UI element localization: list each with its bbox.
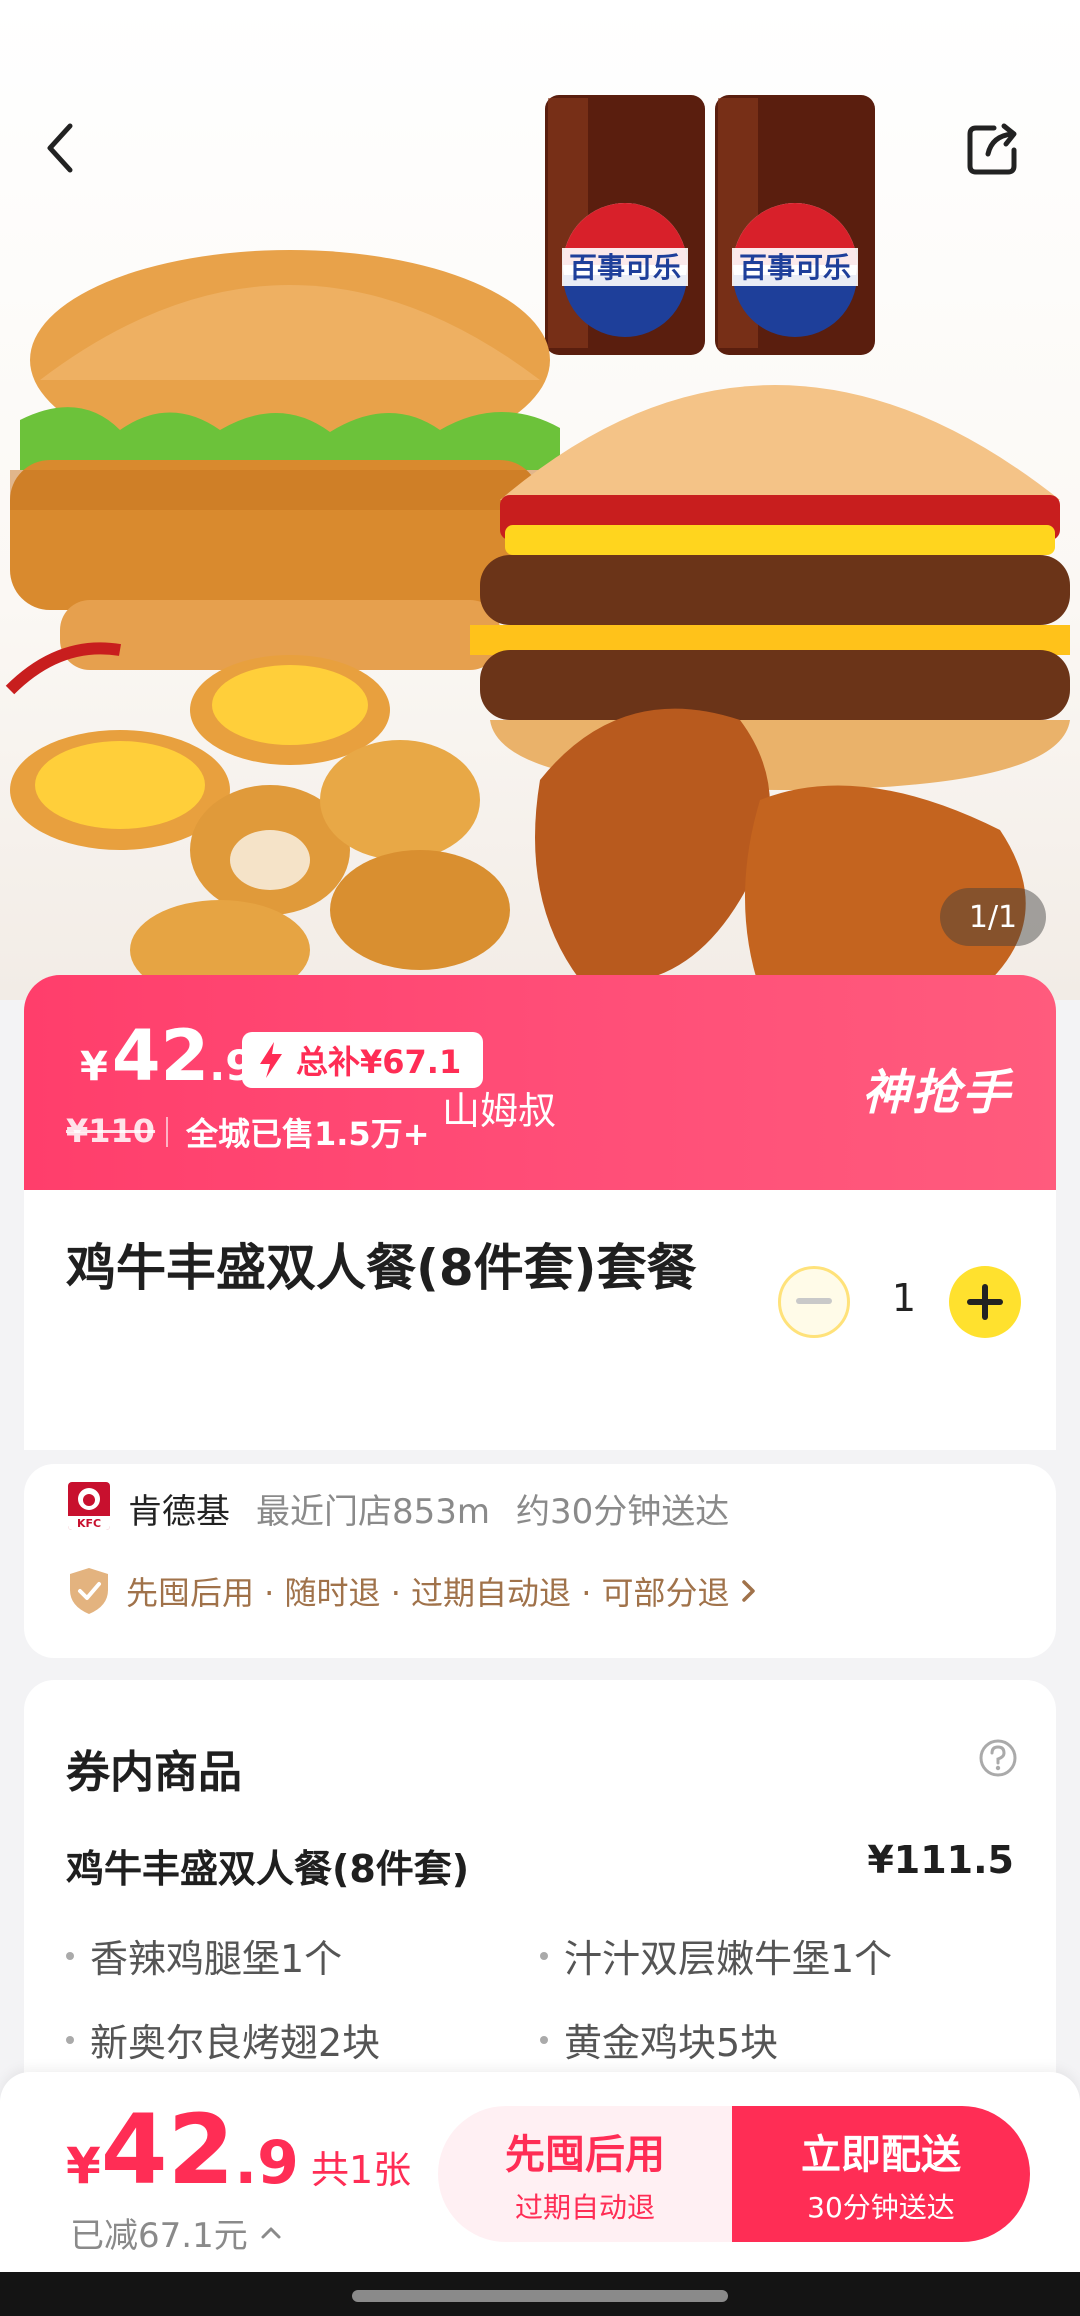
- kfc-logo-icon: KFC: [68, 1482, 110, 1530]
- home-indicator[interactable]: [352, 2290, 728, 2302]
- help-icon[interactable]: [978, 1738, 1018, 1778]
- product-title-card: 鸡牛丰盛双人餐(8件套)套餐 1: [24, 1190, 1056, 1450]
- bottom-action-bar: ¥ 42 .9 共1张 已减67.1元 先囤后用 过期自动退 立即配送 30分钟…: [0, 2072, 1080, 2272]
- bullet: [66, 1951, 74, 1960]
- store-distance: 最近门店853m: [256, 1492, 491, 1532]
- meal-item: 黄金鸡块5块: [540, 2012, 778, 2067]
- chicken-burger: [10, 250, 560, 670]
- currency-symbol: ¥: [66, 2137, 101, 2195]
- store-name: 肯德基: [128, 1492, 230, 1532]
- deliver-now-button[interactable]: 立即配送 30分钟送达: [732, 2106, 1030, 2242]
- store-row: 肯德基 最近门店853m 约30分钟送达: [128, 1484, 729, 1533]
- product-title: 鸡牛丰盛双人餐(8件套)套餐: [66, 1239, 697, 1297]
- product-image[interactable]: 百事可乐 百事可乐 1/1: [0, 0, 1080, 1000]
- coupon-count: 共1张: [310, 2148, 412, 2192]
- total-price: ¥ 42 .9 共1张: [66, 2102, 411, 2198]
- savings-text: 已减67.1元: [70, 2216, 248, 2256]
- share-button[interactable]: [966, 120, 1036, 190]
- price-integer: 42: [111, 1015, 210, 1097]
- divider: [166, 1117, 168, 1147]
- plus-icon: [967, 1284, 1003, 1320]
- quantity-increase-button[interactable]: [949, 1266, 1021, 1338]
- delivery-time: 约30分钟送达: [516, 1492, 730, 1532]
- watermark: 山姆叔: [442, 1089, 557, 1133]
- cola-cups: 百事可乐 百事可乐: [545, 95, 875, 355]
- share-icon: [967, 123, 1017, 175]
- lightning-icon: [260, 1042, 282, 1078]
- meal-item: 汁汁双层嫩牛堡1个: [540, 1928, 892, 1983]
- meal-price: ¥111.5: [867, 1838, 1014, 1882]
- refund-policy[interactable]: 先囤后用 · 随时退 · 过期自动退 · 可部分退: [66, 1566, 758, 1616]
- quantity-value: 1: [891, 1276, 917, 1320]
- shield-check-icon: [70, 1568, 108, 1614]
- buy-later-label: 先囤后用: [505, 2132, 665, 2178]
- deliver-now-sublabel: 30分钟送达: [807, 2191, 955, 2224]
- meal-item: 香辣鸡腿堡1个: [66, 1928, 342, 1983]
- meal-item: 新奥尔良烤翅2块: [66, 2012, 380, 2067]
- price-decimal: .9: [234, 2128, 299, 2198]
- meal-item-label: 黄金鸡块5块: [564, 2021, 779, 2065]
- back-button[interactable]: [40, 120, 110, 190]
- subsidy-label: 总补¥67.1: [296, 1043, 462, 1081]
- policy-text: 先囤后用 · 随时退 · 过期自动退 · 可部分退: [126, 1574, 730, 1612]
- meal-name: 鸡牛丰盛双人餐(8件套): [66, 1847, 470, 1891]
- sold-count: 全城已售1.5万+: [186, 1115, 430, 1153]
- chevron-right-icon: [741, 1580, 755, 1602]
- meal-item-label: 汁汁双层嫩牛堡1个: [564, 1937, 893, 1981]
- brand-label: 神抢手: [862, 1065, 1013, 1121]
- food-illustration: 百事可乐 百事可乐: [5, 95, 1070, 1000]
- buy-later-sublabel: 过期自动退: [514, 2191, 655, 2224]
- meal-item-label: 香辣鸡腿堡1个: [90, 1937, 343, 1981]
- section-title: 券内商品: [66, 1747, 242, 1798]
- coupon-contents-card: 券内商品 鸡牛丰盛双人餐(8件套) ¥111.5 香辣鸡腿堡1个 汁汁双层嫩牛堡…: [24, 1680, 1056, 2100]
- bullet: [540, 1951, 548, 1960]
- deliver-now-label: 立即配送: [801, 2132, 961, 2178]
- buy-later-button[interactable]: 先囤后用 过期自动退: [438, 2106, 732, 2242]
- chevron-left-icon: [47, 123, 73, 173]
- original-price: ¥110: [66, 1112, 156, 1150]
- chevron-up-icon: [261, 2227, 281, 2238]
- store-info-card[interactable]: KFC 肯德基 最近门店853m 约30分钟送达 先囤后用 · 随时退 · 过期…: [24, 1464, 1056, 1658]
- meal-item-label: 新奥尔良烤翅2块: [90, 2021, 381, 2065]
- kfc-logo-text: KFC: [77, 1517, 101, 1530]
- cup-label-right: 百事可乐: [739, 251, 851, 284]
- savings-detail[interactable]: 已减67.1元: [70, 2208, 282, 2257]
- minus-icon: [796, 1298, 832, 1304]
- quantity-decrease-button[interactable]: [778, 1266, 850, 1338]
- cup-label-left: 百事可乐: [569, 251, 681, 284]
- bullet: [66, 2035, 74, 2044]
- bullet: [540, 2035, 548, 2044]
- price-integer: 42: [100, 2094, 235, 2206]
- deal-price: ¥ 42 .9: [80, 1015, 254, 1097]
- currency-symbol: ¥: [80, 1044, 108, 1090]
- image-counter: 1/1: [940, 888, 1046, 946]
